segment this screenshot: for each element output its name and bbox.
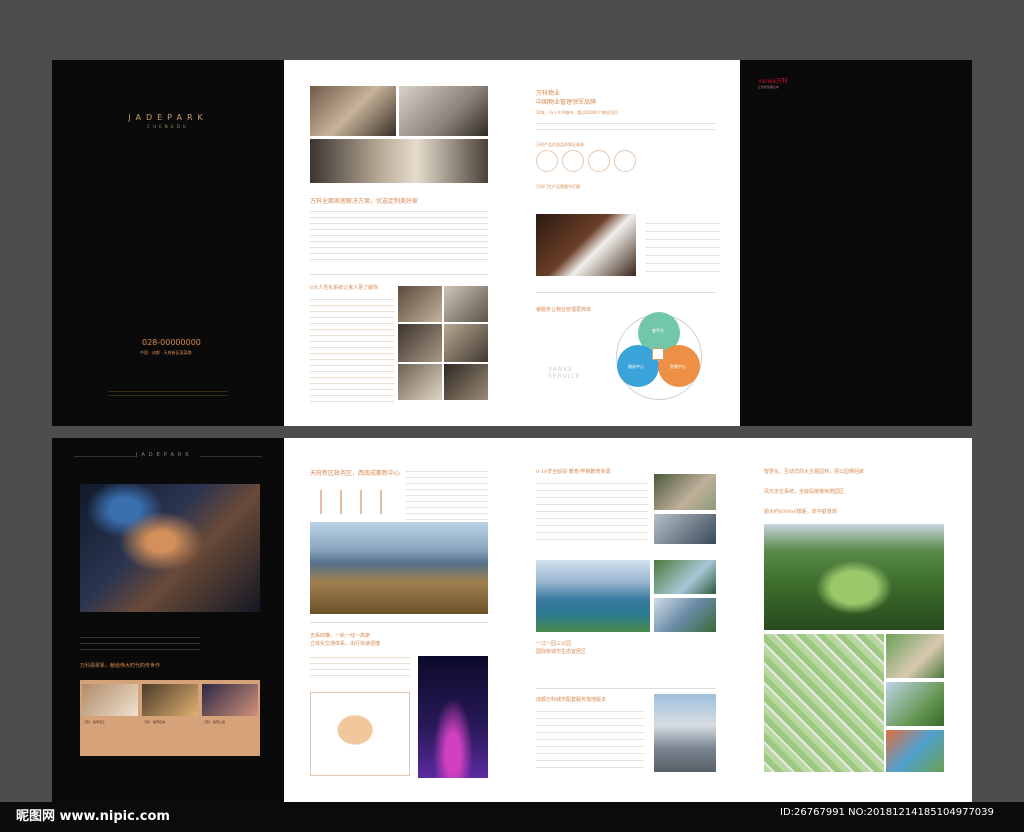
series-heading: 万科翡翠系，献给伟大时代的传世作 bbox=[80, 663, 161, 669]
service-center-photo bbox=[654, 694, 716, 772]
page-cover: JADEPARK CHENGDU 028-00000000 中国 · 成都 · … bbox=[52, 60, 284, 426]
series-label-3: 万科 · 翡翠公园 bbox=[204, 720, 225, 724]
school-photo-2 bbox=[654, 514, 716, 544]
series-label-1: 万科 · 翡翠滨江 bbox=[84, 720, 105, 724]
quality-circle-1 bbox=[536, 150, 558, 172]
venn-title: 睿服务让物业管理更简单 bbox=[536, 307, 592, 313]
traffic-map bbox=[310, 692, 410, 776]
service-text-block bbox=[536, 120, 716, 134]
site-plan bbox=[764, 634, 884, 772]
timeline-block bbox=[646, 220, 720, 272]
traffic-heading-1: 五纵四横，一轨一线一高架 bbox=[310, 633, 371, 639]
aerial-night-render bbox=[80, 484, 260, 612]
landscape-thumb-3 bbox=[886, 730, 944, 772]
service-heading-2: 中国物业管理领军品牌 bbox=[536, 99, 597, 106]
quality-circle-2 bbox=[562, 150, 584, 172]
river-city-photo bbox=[536, 560, 650, 632]
landscape-heading-1: 智慧化、互动式的大主题园林，把公园带回家 bbox=[764, 469, 865, 475]
venn-center bbox=[652, 348, 664, 360]
service-subheading: 20年，行十大中城市，超过20000个物业项目 bbox=[536, 110, 618, 115]
interior-text-block bbox=[310, 208, 488, 264]
masterplan-brand: JADEPARK bbox=[136, 452, 193, 458]
systems-photo-6 bbox=[444, 364, 488, 400]
operation-heading: 万科门生产运营细节打磨 bbox=[536, 184, 580, 189]
quality-circle-3 bbox=[588, 150, 610, 172]
phone-number: 028-00000000 bbox=[142, 338, 201, 347]
systems-photo-1 bbox=[398, 286, 442, 322]
park-photo-1 bbox=[654, 560, 716, 594]
series-thumb-1 bbox=[82, 684, 138, 716]
location-divider bbox=[310, 622, 488, 623]
phone-address: 中国 · 成都 · 天府新区某某路 bbox=[140, 350, 192, 355]
city-service-text bbox=[536, 708, 644, 772]
page-masterplan: JADEPARK 万科翡翠系，献给伟大时代的传世作 万科 · 翡翠滨江 万科 ·… bbox=[52, 438, 284, 802]
page-back-cover: vanke万科 让建筑赞美生命 bbox=[740, 60, 972, 426]
education-heading: 0-18岁全龄段 教育/学制教育资源 bbox=[536, 469, 611, 475]
park-photo-2 bbox=[654, 598, 716, 632]
page-amenities: 0-18岁全龄段 教育/学制教育资源 一江一园三公园 国际级城市生态宜居区 成都… bbox=[512, 438, 740, 802]
systems-photo-4 bbox=[444, 324, 488, 362]
ecology-heading-2: 国际级城市生态宜居区 bbox=[536, 649, 587, 655]
systems-photo-2 bbox=[444, 286, 488, 322]
masterplan-text bbox=[80, 634, 200, 650]
interior-photo-3 bbox=[310, 139, 488, 183]
landmark-icons bbox=[310, 490, 390, 514]
systems-photo-3 bbox=[398, 324, 442, 362]
landscape-thumb-2 bbox=[886, 682, 944, 726]
cover-bottom-rule bbox=[108, 391, 228, 392]
landscape-thumb-1 bbox=[886, 634, 944, 678]
venn-label-left: 服务中心 bbox=[628, 364, 644, 369]
interior-photo-1 bbox=[310, 86, 396, 136]
watermark-id: ID:26767991 NO:20181214185104977039 bbox=[780, 807, 994, 818]
location-text bbox=[406, 468, 488, 524]
skyline-photo bbox=[310, 522, 488, 614]
page-property-service: 万科物业 中国物业管理领军品牌 20年，行十大中城市，超过20000个物业项目 … bbox=[512, 60, 740, 426]
garden-render bbox=[764, 524, 944, 630]
systems-text-block bbox=[310, 296, 394, 404]
series-label-2: 万科 · 翡翠名城 bbox=[144, 720, 165, 724]
vanke-logo: vanke万科 bbox=[758, 78, 788, 85]
series-thumb-3 bbox=[202, 684, 258, 716]
page-landscape: 智慧化、互动式的大主题园林，把公园带回家 风光定位系统，全龄段链接休憩园区 超大… bbox=[740, 438, 972, 802]
project-city: CHENGDU bbox=[147, 124, 189, 129]
city-service-heading: 成都万科城市配套服务落地版本 bbox=[536, 697, 607, 703]
page-interior: 万科全面家居解决方案，优选定制美好家 6大人性化系统让家人更了解你 bbox=[284, 60, 512, 426]
venn-label-top: 睿平台 bbox=[652, 328, 664, 333]
amenities-divider bbox=[536, 688, 716, 689]
masterplan-rule-left bbox=[74, 456, 136, 457]
landscape-heading-3: 超大约6000㎡楼距，双中庭景观 bbox=[764, 509, 837, 515]
traffic-heading-2: 立体化交通体系，出行快速便捷 bbox=[310, 641, 381, 647]
quality-circle-4 bbox=[614, 150, 636, 172]
series-thumb-2 bbox=[142, 684, 198, 716]
service-divider bbox=[536, 292, 716, 293]
interior-divider bbox=[310, 274, 488, 275]
page-location: 天府新区政务区，西南成都新中心 五纵四横，一轨一线一高架 立体化交通体系，出行快… bbox=[284, 438, 512, 802]
interior-heading: 万科全面家居解决方案，优选定制美好家 bbox=[310, 198, 419, 205]
project-name: JADEPARK bbox=[128, 113, 208, 122]
traffic-text bbox=[310, 654, 410, 676]
landscape-heading-2: 风光定位系统，全龄段链接休憩园区 bbox=[764, 489, 845, 495]
location-heading: 天府新区政务区，西南成都新中心 bbox=[310, 470, 401, 477]
systems-heading: 6大人性化系统让家人更了解你 bbox=[310, 285, 379, 291]
education-text bbox=[536, 480, 648, 540]
butler-photo bbox=[536, 214, 636, 276]
watermark-bar: 昵图网 www.nipic.com ID:26767991 NO:2018121… bbox=[0, 802, 1024, 832]
circles-title: 万科产品优选品质保证体系 bbox=[536, 142, 584, 147]
light-trail-photo bbox=[418, 656, 488, 778]
systems-photo-5 bbox=[398, 364, 442, 400]
service-watermark: VANKE SERVICE bbox=[548, 366, 581, 380]
school-photo-1 bbox=[654, 474, 716, 510]
watermark-site: 昵图网 www.nipic.com bbox=[16, 809, 170, 824]
masterplan-rule-right bbox=[200, 456, 262, 457]
vanke-logo-sub: 让建筑赞美生命 bbox=[758, 85, 780, 89]
service-heading-1: 万科物业 bbox=[536, 90, 561, 97]
interior-photo-2 bbox=[399, 86, 488, 136]
venn-label-right: 智慧中心 bbox=[670, 364, 686, 369]
cover-bottom-rule-2 bbox=[108, 395, 228, 396]
ecology-heading-1: 一江一园三公园 bbox=[536, 641, 572, 647]
